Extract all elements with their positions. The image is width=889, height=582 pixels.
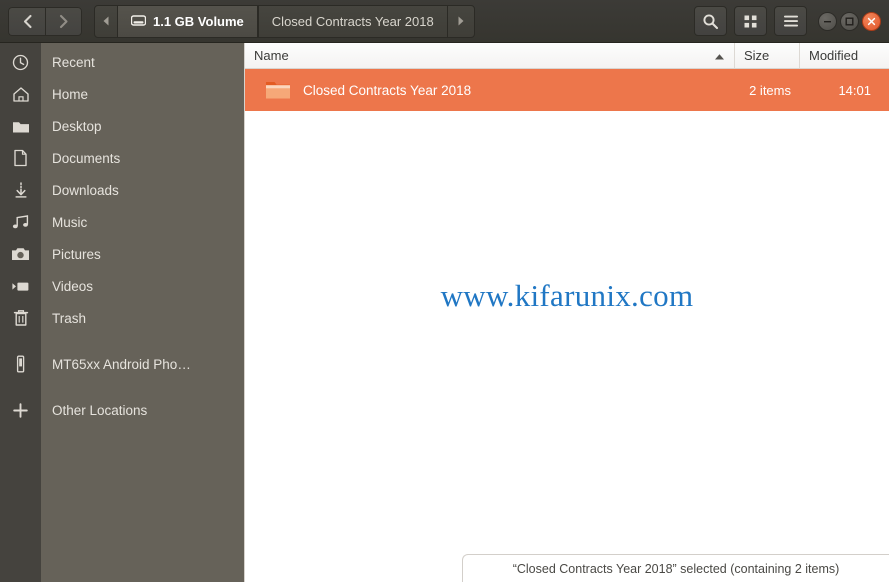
sidebar-item-videos[interactable]: Videos — [0, 270, 244, 302]
sidebar-item-videos-label: Videos — [52, 278, 94, 294]
status-bar-label: “Closed Contracts Year 2018” selected (c… — [512, 561, 840, 576]
phone-icon — [0, 355, 41, 373]
breadcrumb-item-volume[interactable]: 1.1 GB Volume — [117, 5, 258, 37]
clock-icon — [0, 54, 41, 71]
back-button[interactable] — [8, 6, 45, 36]
status-bar: “Closed Contracts Year 2018” selected (c… — [462, 554, 889, 582]
document-icon — [0, 149, 41, 167]
close-icon — [867, 17, 876, 25]
plus-icon — [0, 402, 41, 419]
sidebar-item-pictures-label: Pictures — [52, 246, 101, 262]
column-header-modified[interactable]: Modified — [800, 43, 889, 68]
sidebar: Recent Home Desktop Documents Downloads … — [0, 43, 245, 582]
sidebar-item-home-label: Home — [52, 86, 89, 102]
sidebar-item-recent-label: Recent — [52, 54, 95, 70]
sidebar-item-downloads[interactable]: Downloads — [0, 174, 244, 206]
menu-button[interactable] — [774, 6, 807, 36]
sidebar-places-list: Recent Home Desktop Documents Downloads … — [0, 43, 244, 426]
sidebar-item-other-locations[interactable]: Other Locations — [0, 394, 244, 426]
file-manager-window: 1.1 GB Volume Closed Contracts Year 2018 — [0, 0, 889, 582]
column-header-name-label: Name — [254, 48, 289, 63]
maximize-button[interactable] — [840, 11, 859, 31]
triangle-left-icon — [103, 16, 109, 26]
hamburger-icon — [783, 15, 798, 27]
sidebar-separator-2 — [0, 380, 244, 394]
sidebar-item-desktop-label: Desktop — [52, 118, 102, 134]
folder-icon — [0, 119, 41, 134]
search-icon — [703, 13, 719, 29]
sidebar-item-documents-label: Documents — [52, 150, 121, 166]
sidebar-item-home[interactable]: Home — [0, 78, 244, 110]
sidebar-item-music-label: Music — [52, 214, 88, 230]
grid-icon — [744, 15, 757, 27]
file-list-area: Name Size Modified Closed Contracts Year… — [245, 43, 889, 582]
sidebar-item-documents[interactable]: Documents — [0, 142, 244, 174]
header-bar: 1.1 GB Volume Closed Contracts Year 2018 — [0, 0, 889, 43]
navigation-button-group — [8, 6, 82, 36]
sidebar-item-android-phone[interactable]: MT65xx Android Pho… — [0, 348, 244, 380]
sidebar-item-recent[interactable]: Recent — [0, 46, 244, 78]
breadcrumb-item-folder-label: Closed Contracts Year 2018 — [271, 13, 434, 29]
sidebar-item-pictures[interactable]: Pictures — [0, 238, 244, 270]
sort-ascending-icon — [714, 48, 725, 63]
window-controls — [818, 11, 881, 31]
chevron-right-icon — [59, 14, 68, 28]
forward-button[interactable] — [45, 6, 82, 36]
folder-icon — [265, 78, 291, 103]
sidebar-item-downloads-label: Downloads — [52, 182, 119, 198]
trash-icon — [0, 309, 41, 327]
drive-icon — [131, 15, 146, 27]
path-scroll-left-button[interactable] — [95, 6, 117, 37]
sidebar-item-trash[interactable]: Trash — [0, 302, 244, 334]
sidebar-item-desktop[interactable]: Desktop — [0, 110, 244, 142]
watermark-text: www.kifarunix.com — [440, 278, 694, 313]
camera-icon — [0, 246, 41, 262]
triangle-right-icon — [458, 16, 464, 26]
breadcrumb-item-volume-label: 1.1 GB Volume — [153, 13, 244, 29]
search-button[interactable] — [694, 6, 727, 36]
sidebar-item-trash-label: Trash — [52, 310, 87, 326]
file-size-cell: 2 items — [749, 82, 791, 98]
minimize-icon — [824, 20, 831, 22]
file-modified-cell: 14:01 — [838, 82, 871, 98]
close-button[interactable] — [862, 11, 881, 31]
table-row[interactable]: Closed Contracts Year 2018 2 items 14:01 — [245, 69, 889, 111]
home-icon — [0, 86, 41, 103]
column-header-size-label: Size — [744, 48, 770, 63]
sidebar-item-android-phone-label: MT65xx Android Pho… — [52, 356, 191, 372]
path-scroll-right-button[interactable] — [446, 5, 474, 37]
minimize-button[interactable] — [818, 11, 837, 31]
column-header-name[interactable]: Name — [245, 43, 735, 68]
download-icon — [0, 181, 41, 199]
breadcrumb: 1.1 GB Volume Closed Contracts Year 2018 — [94, 4, 475, 38]
sidebar-item-other-locations-label: Other Locations — [52, 402, 148, 418]
sidebar-separator — [0, 334, 244, 348]
sidebar-item-music[interactable]: Music — [0, 206, 244, 238]
column-header-row: Name Size Modified — [245, 43, 889, 69]
column-header-size[interactable]: Size — [735, 43, 800, 68]
file-name-label: Closed Contracts Year 2018 — [303, 82, 472, 98]
view-options-button[interactable] — [734, 6, 767, 36]
breadcrumb-item-folder[interactable]: Closed Contracts Year 2018 — [257, 5, 447, 37]
file-name-cell: Closed Contracts Year 2018 — [245, 78, 735, 103]
music-icon — [0, 214, 41, 230]
column-header-modified-label: Modified — [809, 48, 859, 63]
maximize-icon — [845, 17, 854, 25]
video-icon — [0, 280, 41, 293]
chevron-left-icon — [23, 14, 32, 28]
